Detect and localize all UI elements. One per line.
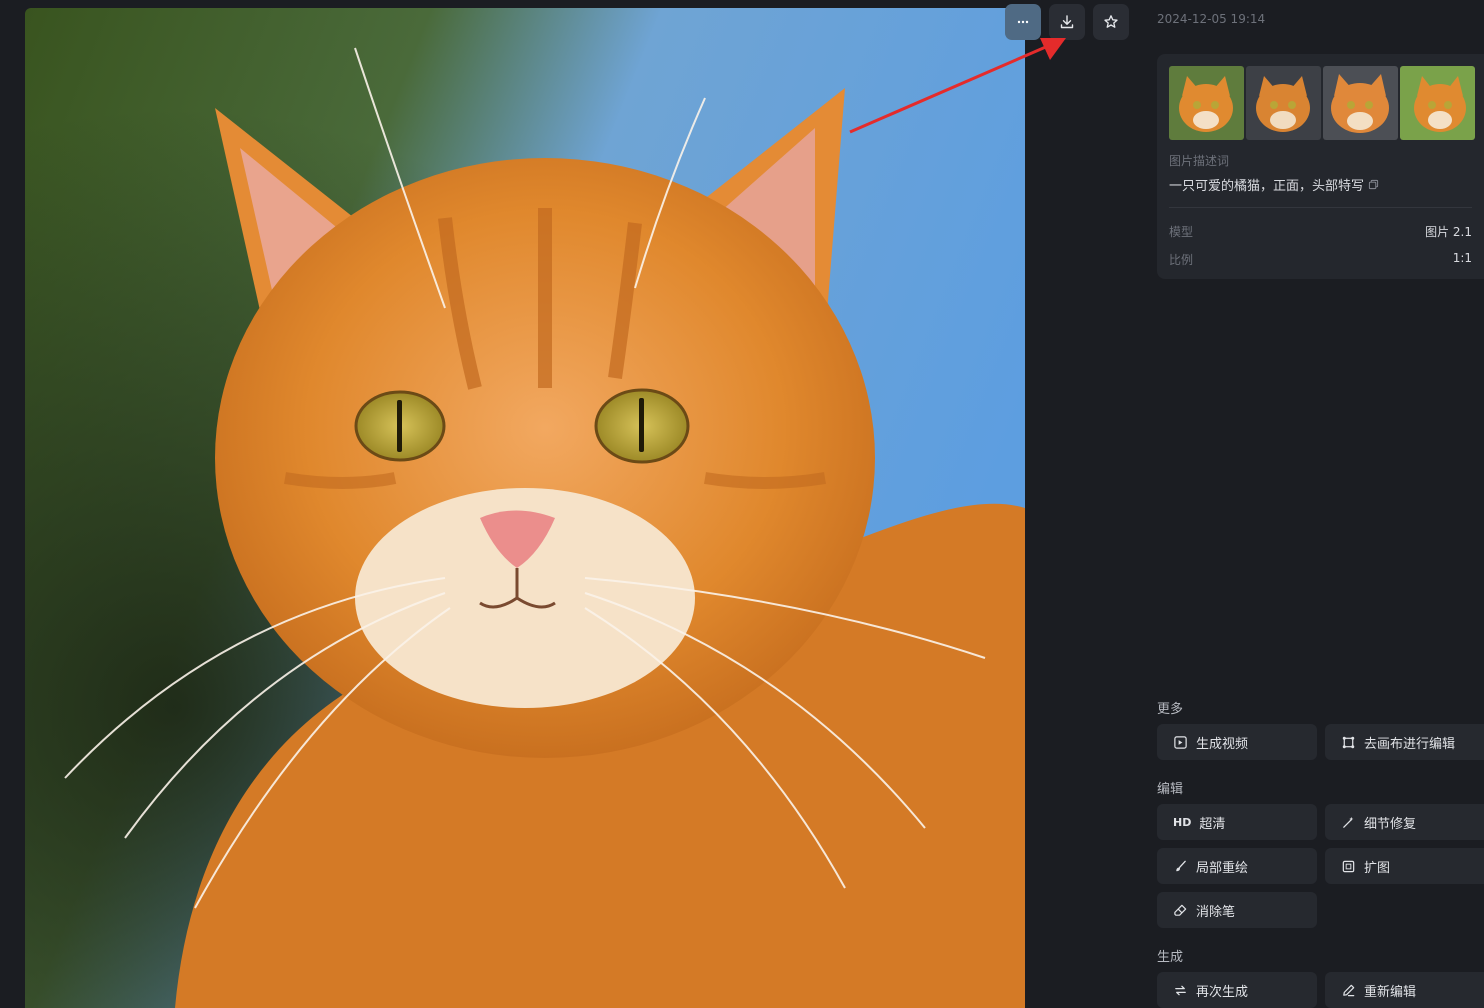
- meta-value: 图片 2.1: [1425, 225, 1472, 239]
- eraser-icon: [1174, 904, 1187, 916]
- more-horizontal-icon: [1017, 20, 1029, 24]
- upscale-button[interactable]: HD 超清: [1157, 804, 1317, 840]
- more-button[interactable]: [1005, 4, 1041, 40]
- expand-icon: [1342, 860, 1355, 872]
- button-label: 扩图: [1364, 860, 1391, 876]
- meta-value: 1:1: [1452, 251, 1472, 265]
- section-title-more: 更多: [1157, 702, 1184, 717]
- meta-row-ratio: 比例 1:1: [1169, 251, 1472, 268]
- inpaint-button[interactable]: 局部重绘: [1157, 848, 1317, 884]
- thumbnail-4[interactable]: [1400, 66, 1475, 140]
- regenerate-button[interactable]: 再次生成: [1157, 972, 1317, 1008]
- brush-icon: [1176, 860, 1186, 871]
- description-text: 一只可爱的橘猫，正面，头部特写: [1169, 175, 1379, 194]
- copy-icon[interactable]: [1368, 179, 1379, 190]
- description-label: 图片描述词: [1169, 154, 1230, 168]
- eraser-button[interactable]: 消除笔: [1157, 892, 1317, 928]
- image-actions: [1005, 4, 1129, 40]
- favorite-button[interactable]: [1093, 4, 1129, 40]
- star-icon: [1104, 15, 1118, 28]
- image-detail-page: 2024-12-05 19:14 图片描述词 一只可爱的橘猫，正面，头部特写 模…: [0, 0, 1484, 1008]
- download-icon: [1060, 15, 1074, 29]
- magic-wand-icon: [1343, 816, 1354, 828]
- thumbnail-strip: [1169, 66, 1475, 140]
- prompt-text: 一只可爱的橘猫，正面，头部特写: [1169, 179, 1365, 194]
- button-label: 消除笔: [1196, 904, 1236, 920]
- generate-video-button[interactable]: 生成视频: [1157, 724, 1317, 760]
- thumbnail-3[interactable]: [1323, 66, 1398, 140]
- canvas-crop-icon: [1342, 736, 1355, 748]
- meta-key: 比例: [1169, 253, 1194, 267]
- meta-row-model: 模型 图片 2.1: [1169, 223, 1472, 240]
- button-label: 再次生成: [1196, 984, 1249, 1000]
- re-edit-button[interactable]: 重新编辑: [1325, 972, 1484, 1008]
- image-info-card: 图片描述词 一只可爱的橘猫，正面，头部特写 模型 图片 2.1 比例 1:1: [1157, 54, 1484, 279]
- thumbnail-1[interactable]: [1169, 66, 1244, 140]
- regenerate-icon: [1175, 985, 1186, 995]
- section-title-generate: 生成: [1157, 950, 1184, 965]
- pencil-icon: [1343, 984, 1355, 996]
- generated-image[interactable]: [25, 8, 1025, 1008]
- download-button[interactable]: [1049, 4, 1085, 40]
- expand-image-button[interactable]: 扩图: [1325, 848, 1484, 884]
- button-label: 生成视频: [1196, 736, 1249, 752]
- button-label: 超清: [1199, 816, 1226, 832]
- canvas-edit-button[interactable]: 去画布进行编辑: [1325, 724, 1484, 760]
- button-label: 重新编辑: [1364, 984, 1417, 1000]
- thumbnail-2[interactable]: [1246, 66, 1321, 140]
- button-label: 去画布进行编辑: [1364, 736, 1456, 752]
- meta-key: 模型: [1169, 225, 1194, 239]
- detail-repair-button[interactable]: 细节修复: [1325, 804, 1484, 840]
- section-title-edit: 编辑: [1157, 782, 1184, 797]
- video-add-icon: [1174, 735, 1187, 749]
- hd-icon: HD: [1173, 815, 1192, 829]
- button-label: 局部重绘: [1196, 860, 1249, 876]
- timestamp: 2024-12-05 19:14: [1157, 12, 1266, 26]
- button-label: 细节修复: [1364, 816, 1417, 832]
- card-divider: [1169, 207, 1472, 208]
